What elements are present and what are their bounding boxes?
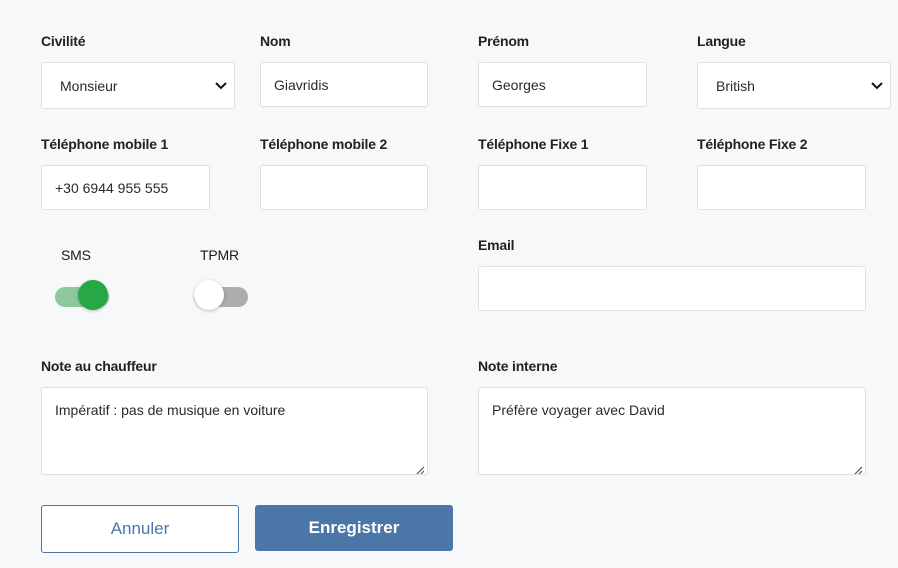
langue-value: British [716,77,755,94]
tel-mobile-2-input[interactable] [260,165,428,210]
chevron-down-icon [214,79,228,93]
nom-label: Nom [260,33,291,49]
tpmr-toggle[interactable] [194,278,248,310]
tel-mobile-1-value: +30 6944 955 555 [55,179,169,196]
note-interne-label: Note interne [478,358,558,374]
langue-select[interactable]: British [697,62,891,109]
prenom-input[interactable]: Georges [478,62,647,107]
chevron-down-icon [870,79,884,93]
note-chauffeur-label: Note au chauffeur [41,358,157,374]
note-interne-value: Préfère voyager avec David [492,402,665,418]
civilite-select[interactable]: Monsieur [41,62,235,109]
note-interne-textarea[interactable]: Préfère voyager avec David [478,387,866,475]
save-button[interactable]: Enregistrer [255,505,453,551]
civilite-label: Civilité [41,33,86,49]
resize-handle-icon[interactable] [415,462,425,475]
email-label: Email [478,237,515,253]
email-input[interactable] [478,266,866,311]
resize-handle-icon[interactable] [853,462,863,475]
note-chauffeur-value: Impératif : pas de musique en voiture [55,402,286,418]
sms-label: SMS [61,247,91,263]
nom-value: Giavridis [274,76,329,93]
tel-fixe-1-label: Téléphone Fixe 1 [478,136,589,152]
tel-fixe-2-input[interactable] [697,165,866,210]
note-chauffeur-textarea[interactable]: Impératif : pas de musique en voiture [41,387,428,475]
prenom-value: Georges [492,76,546,93]
tel-mobile-1-label: Téléphone mobile 1 [41,136,169,152]
langue-label: Langue [697,33,746,49]
tpmr-toggle-knob [194,280,224,310]
tel-mobile-1-input[interactable]: +30 6944 955 555 [41,165,210,210]
tel-mobile-2-label: Téléphone mobile 2 [260,136,388,152]
cancel-button[interactable]: Annuler [41,505,239,553]
tpmr-label: TPMR [200,247,239,263]
sms-toggle-knob [78,280,108,310]
tel-fixe-2-label: Téléphone Fixe 2 [697,136,808,152]
civilite-value: Monsieur [60,77,118,94]
sms-toggle[interactable] [55,278,109,310]
prenom-label: Prénom [478,33,529,49]
client-form: Civilité Monsieur Nom Giavridis Prénom G… [0,0,898,568]
tel-fixe-1-input[interactable] [478,165,647,210]
nom-input[interactable]: Giavridis [260,62,428,107]
